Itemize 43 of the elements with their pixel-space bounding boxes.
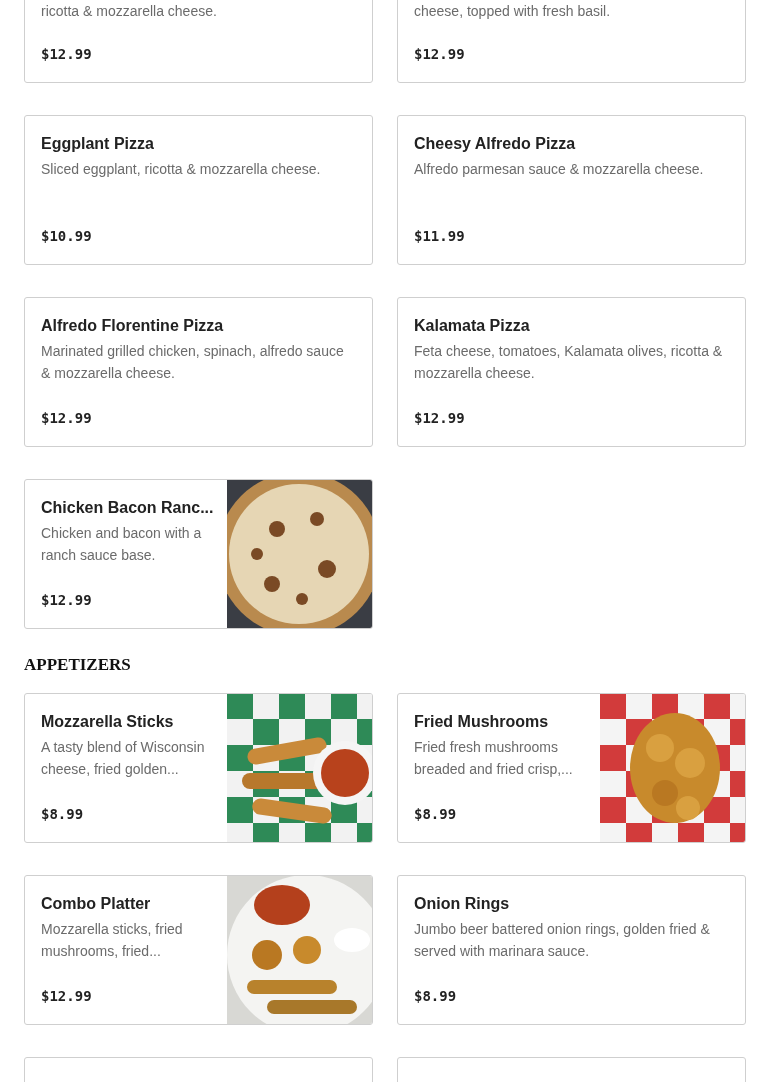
item-price: $8.99 bbox=[41, 805, 85, 824]
menu-item-card[interactable]: Fried Mushrooms Fried fresh mushrooms breaded and fried crisp,... $8.99 bbox=[397, 693, 746, 843]
item-name: Kalamata Pizza bbox=[414, 316, 531, 336]
menu-item-card[interactable]: Combo Platter Mozzarella sticks, fried mushrooms, fried... $12.99 bbox=[24, 875, 373, 1025]
item-description: Marinated grilled chicken, spinach, alfredo sauce & mozzarella cheese. bbox=[41, 342, 345, 383]
item-name: Combo Platter bbox=[41, 894, 152, 914]
item-price: $12.99 bbox=[414, 409, 466, 428]
item-name: Onion Rings bbox=[414, 894, 511, 914]
item-price: $12.99 bbox=[41, 591, 93, 610]
item-description: Alfredo parmesan sauce & mozzarella cheese. bbox=[414, 160, 705, 179]
item-description: ricotta & mozzarella cheese. bbox=[41, 2, 218, 21]
menu-item-card[interactable]: Cheesy Alfredo Pizza Alfredo parmesan sauce & mozzarella cheese. $11.99 bbox=[397, 115, 746, 265]
menu-item-card[interactable]: Eggplant Pizza Sliced eggplant, ricotta & mozzarella cheese. $10.99 bbox=[24, 115, 373, 265]
section-heading: APPETIZERS bbox=[24, 654, 132, 676]
item-name: Chicken Bacon Ranc... bbox=[41, 498, 211, 518]
menu-item-card[interactable]: Onion Rings Jumbo beer battered onion rings, golden fried & served with marinara sauce. $8.99 bbox=[397, 875, 746, 1025]
item-description: A tasty blend of Wisconsin cheese, fried golden... bbox=[41, 738, 206, 779]
menu-item-card[interactable]: ricotta & mozzarella cheese. $12.99 bbox=[24, 0, 373, 83]
menu-item-card[interactable]: Alfredo Florentine Pizza Marinated grilled chicken, spinach, alfredo sauce & mozzarella cheese. $12.99 bbox=[24, 297, 373, 447]
item-description: Jumbo beer battered onion rings, golden fried & served with marinara sauce. bbox=[414, 920, 711, 961]
item-name: Mozzarella Sticks bbox=[41, 712, 175, 732]
item-price: $11.99 bbox=[414, 227, 466, 246]
item-price: $12.99 bbox=[41, 45, 93, 64]
menu-item-card[interactable]: Mozzarella Sticks A tasty blend of Wisconsin cheese, fried golden... $8.99 bbox=[24, 693, 373, 843]
menu-item-card[interactable]: Chicken Bacon Ranc... Chicken and bacon with a ranch sauce base. $12.99 bbox=[24, 479, 373, 629]
item-description: Sliced eggplant, ricotta & mozzarella cheese. bbox=[41, 160, 322, 179]
item-description: Chicken and bacon with a ranch sauce base. bbox=[41, 524, 203, 565]
menu-item-card[interactable]: cheese, topped with fresh basil. $12.99 bbox=[397, 0, 746, 83]
item-price: $12.99 bbox=[41, 409, 93, 428]
item-price: $12.99 bbox=[414, 45, 466, 64]
item-price: $8.99 bbox=[414, 987, 458, 1006]
item-name: Cheesy Alfredo Pizza bbox=[414, 134, 577, 154]
item-description: Mozzarella sticks, fried mushrooms, fried... bbox=[41, 920, 184, 961]
item-name: Eggplant Pizza bbox=[41, 134, 155, 154]
item-name: Fried Mushrooms bbox=[414, 712, 550, 732]
item-description: cheese, topped with fresh basil. bbox=[414, 2, 612, 21]
item-description: Fried fresh mushrooms breaded and fried crisp,... bbox=[414, 738, 574, 779]
menu-item-card[interactable]: Kalamata Pizza Feta cheese, tomatoes, Kalamata olives, ricotta & mozzarella cheese. $12.99 bbox=[397, 297, 746, 447]
item-price: $10.99 bbox=[41, 227, 93, 246]
item-description: Feta cheese, tomatoes, Kalamata olives, ricotta & mozzarella cheese. bbox=[414, 342, 724, 383]
item-name: Alfredo Florentine Pizza bbox=[41, 316, 225, 336]
item-price: $12.99 bbox=[41, 987, 93, 1006]
item-price: $8.99 bbox=[414, 805, 458, 824]
